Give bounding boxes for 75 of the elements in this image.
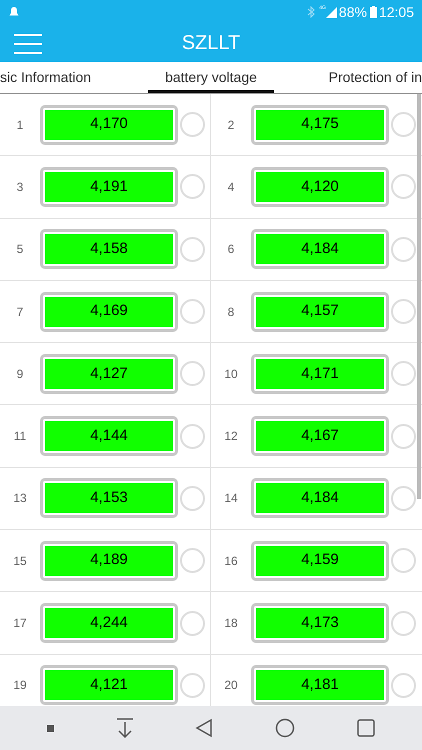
tab[interactable]: sic Information <box>0 62 110 93</box>
cell-number: 12 <box>223 428 239 446</box>
voltage-value: 4,184 <box>256 234 384 264</box>
bluetooth-icon <box>307 6 316 18</box>
voltage-value: 4,169 <box>45 296 173 327</box>
tab[interactable]: Protection of in <box>312 62 422 93</box>
voltage-value: 4,127 <box>45 358 173 389</box>
radio-button[interactable] <box>180 610 205 636</box>
menu-button[interactable] <box>14 34 42 54</box>
cell-number: 13 <box>12 490 28 508</box>
voltage-value: 4,189 <box>45 546 173 576</box>
radio-button[interactable] <box>391 672 416 698</box>
cell-number: 20 <box>223 677 239 694</box>
voltage-value: 4,153 <box>45 483 173 514</box>
radio-button[interactable] <box>180 424 205 449</box>
cell-number: 15 <box>12 552 28 570</box>
radio-button[interactable] <box>391 112 416 138</box>
cell-number: 2 <box>226 116 236 134</box>
radio-button[interactable] <box>391 610 416 636</box>
radio-button[interactable] <box>180 548 205 574</box>
cell-number: 14 <box>223 490 239 508</box>
radio-button[interactable] <box>180 486 205 511</box>
cell-number: 4 <box>226 178 236 196</box>
cell-number: 18 <box>223 615 239 632</box>
cell-number: 16 <box>223 552 239 570</box>
voltage-value: 4,158 <box>45 234 173 264</box>
radio-button[interactable] <box>180 174 205 200</box>
voltage-value: 4,157 <box>256 296 384 327</box>
voltage-value: 4,173 <box>256 608 384 638</box>
radio-button[interactable] <box>180 236 205 262</box>
radio-button[interactable] <box>391 548 416 574</box>
battery-percent: 88% <box>338 2 367 22</box>
back-icon[interactable] <box>195 718 214 738</box>
radio-button[interactable] <box>391 236 416 262</box>
signal-icon <box>326 6 337 18</box>
radio-button[interactable] <box>391 174 416 200</box>
recents-icon[interactable] <box>357 719 376 737</box>
tab[interactable]: battery voltage <box>148 62 274 93</box>
voltage-value: 4,144 <box>45 421 173 452</box>
voltage-value: 4,191 <box>45 172 173 202</box>
radio-button[interactable] <box>180 299 205 324</box>
radio-button[interactable] <box>180 672 205 698</box>
voltage-value: 4,170 <box>45 110 173 140</box>
cell-number: 7 <box>16 304 24 321</box>
radio-button[interactable] <box>180 112 205 138</box>
cell-number: 6 <box>226 241 236 258</box>
voltage-value: 4,121 <box>45 670 173 700</box>
voltage-value: 4,159 <box>256 546 384 576</box>
radio-button[interactable] <box>391 361 416 386</box>
cell-number: 11 <box>12 428 28 446</box>
voltage-value: 4,167 <box>256 421 384 452</box>
radio-button[interactable] <box>391 424 416 449</box>
cell-number: 19 <box>12 677 28 694</box>
cell-number: 1 <box>16 116 24 134</box>
radio-button[interactable] <box>391 486 416 511</box>
radio-button[interactable] <box>180 361 205 386</box>
voltage-value: 4,120 <box>256 172 384 202</box>
app-title: SZLLT <box>182 31 240 56</box>
download-icon[interactable] <box>116 718 134 738</box>
cell-number: 5 <box>16 241 24 258</box>
cell-number: 3 <box>16 178 24 196</box>
cell-number: 9 <box>16 366 24 383</box>
cell-number: 17 <box>12 615 28 632</box>
cell-number: 10 <box>223 366 239 383</box>
battery-icon <box>370 6 377 18</box>
notification-icon <box>8 6 20 18</box>
radio-button[interactable] <box>391 299 416 324</box>
voltage-value: 4,171 <box>256 358 384 389</box>
clock: 12:05 <box>378 2 414 22</box>
voltage-value: 4,175 <box>256 110 384 140</box>
voltage-value: 4,244 <box>45 608 173 638</box>
cell-number: 8 <box>226 304 236 321</box>
voltage-value: 4,181 <box>256 670 384 700</box>
voltage-value: 4,184 <box>256 483 384 514</box>
home-icon[interactable] <box>275 718 296 738</box>
